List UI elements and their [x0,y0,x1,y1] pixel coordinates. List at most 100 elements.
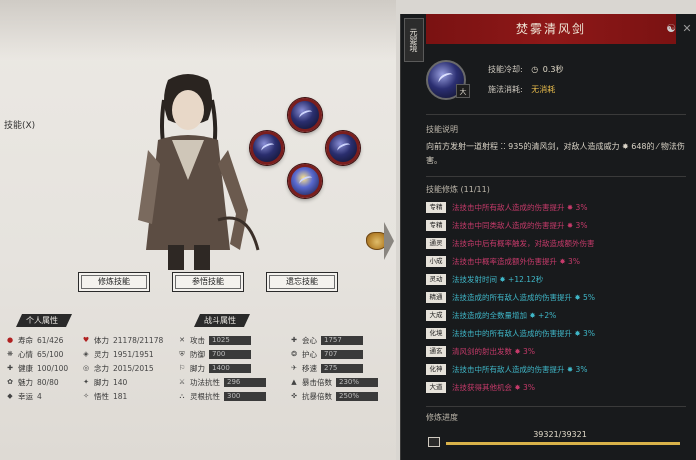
attr-value: 4 [37,391,42,401]
divider [426,114,686,115]
cultivation-tag: 通玄 [426,345,446,357]
cultivation-heading: 技能修炼 (11/11) [426,185,490,194]
cultivation-row: 大道 法技获得其他机会 ✸ 3% [426,380,688,394]
heart-icon: ♥ [82,336,90,344]
attr-value: 65/100 [37,349,64,359]
attr-guard: ❂ 护心 707 [290,348,363,360]
attr-value: 1951/1951 [113,349,154,359]
cultivation-row: 通灵 法技命中后有概率触发，对敌造成额外伤害 [426,236,688,250]
character-portrait [138,74,260,270]
attr-technique-resist: ⚔ 功法抗性 296 [178,376,266,388]
close-icon[interactable]: ✕ [680,22,694,36]
attr-speed: ⚐ 脚力 1400 [178,362,251,374]
defense-icon: ⛨ [179,350,185,358]
divider [426,176,686,177]
skill-title: 焚雾清风剑 [426,14,676,44]
cultivation-row: 灵动 法技发射时间 ✸ +12.12秒 [426,272,688,286]
cultivation-tag: 化境 [426,327,446,339]
attr-value: 1400 [209,363,251,373]
attr-value: 250% [336,391,378,401]
attr-value: 140 [113,377,128,387]
divider [426,406,686,407]
forget-skill-button[interactable]: 遗忘技能 [266,272,338,292]
attr-label: 护心 [302,349,317,359]
attr-value: 100/100 [37,363,69,373]
guard-icon: ❂ [291,350,297,358]
attr-dodge: ✈ 移速 275 [290,362,363,374]
attr-value: 296 [224,377,266,387]
mind-icon: ◎ [82,364,90,372]
root-icon: ⛬ [179,392,185,400]
attr-value: 275 [321,363,363,373]
skill-label[interactable]: 技能(X) [4,118,35,131]
realm-tab[interactable]: 元婴境 [404,18,424,62]
skill-slot-1[interactable] [288,98,322,132]
cultivation-tag: 通灵 [426,237,446,249]
technique-icon: ⚔ [178,378,186,386]
attr-value: 61/426 [37,335,64,345]
life-icon: ● [6,336,14,344]
cultivation-tag: 灵动 [426,273,446,285]
attr-label: 攻击 [190,335,205,345]
cultivation-text: 法技击中概率造成额外伤害提升 ✸ 3% [452,256,580,266]
attr-life: ● 寿命 61/426 [6,334,63,346]
luck-icon: ◆ [7,392,13,400]
attr-value: 2015/2015 [113,363,154,373]
cultivation-row: 化境 法技击中的所有敌人造成的伤害提升 ✸ 3% [426,326,688,340]
skill-slot-4[interactable] [288,164,322,198]
attr-value: 80/80 [37,377,59,387]
attr-value: 1025 [209,335,251,345]
attr-label: 移速 [302,363,317,373]
cultivate-skill-button[interactable]: 修炼技能 [78,272,150,292]
cost-label: 施法消耗: [488,85,523,94]
grade-badge: 大 [456,84,470,98]
skill-slot-3[interactable] [326,131,360,165]
attr-label: 防御 [190,349,205,359]
description-heading: 技能说明 [426,125,458,134]
skill-description: 向前方发射一道射程 ⁚⁚ 935的清风剑，对敌人造成威力 ✸ 648的 ⁄ 物法… [426,142,685,165]
attr-crit: ✚ 会心 1757 [290,334,363,346]
cultivation-row: 大成 法技造成的全数量增加 ✸ +2% [426,308,688,322]
comprehend-skill-button[interactable]: 参悟技能 [172,272,244,292]
attr-mood: ❋ 心情 65/100 [6,348,63,360]
attr-health: ✚ 健康 100/100 [6,362,68,374]
skill-slot-2[interactable] [250,131,284,165]
cultivation-text: 法技获得其他机会 ✸ 3% [452,382,535,392]
attr-value: 1757 [321,335,363,345]
health-icon: ✚ [7,364,13,372]
cultivation-text: 法技命中后有概率触发，对敌造成额外伤害 [452,238,595,248]
cultivation-row: 专精 法技击中同类敌人造成的伤害提升 ✸ 3% [426,218,688,232]
cooldown-line: 技能冷却: ◷ 0.3秒 [488,64,564,75]
cultivation-row: 化神 法技击中所有敌人造成的伤害提升 ✸ 3% [426,362,688,376]
book-icon [428,437,440,447]
attr-root-resist: ⛬ 灵根抗性 300 [178,390,266,402]
attr-value: 700 [209,349,251,359]
attr-value: 21178/21178 [113,335,164,345]
foot-icon: ✦ [83,378,89,386]
cultivation-text: 法技击中的所有敌人造成的伤害提升 ✸ 3% [452,328,595,338]
cultivation-text: 法技发射时间 ✸ +12.12秒 [452,274,544,284]
cultivation-tag: 大道 [426,381,446,393]
cultivation-tag: 精通 [426,291,446,303]
progress-value: 39321/39321 [533,430,587,439]
cost-line: 施法消耗: 无消耗 [488,84,555,95]
attr-label: 念力 [94,363,109,373]
personal-attributes-header: 个人属性 [16,314,72,327]
seal-icon: ☯ [666,22,676,35]
wisdom-icon: ✧ [83,392,89,400]
mood-icon: ❋ [7,350,13,358]
attr-attack: ✕ 攻击 1025 [178,334,251,346]
attr-luck: ◆ 幸运 4 [6,390,42,402]
attr-label: 抗暴倍数 [302,391,332,401]
attr-label: 健康 [18,363,33,373]
cultivation-row: 精通 法技造成的所有敌人造成的伤害提升 ✸ 5% [426,290,688,304]
cooldown-label: 技能冷却: [488,65,523,74]
attr-label: 幸运 [18,391,33,401]
cultivation-tag: 专精 [426,201,446,213]
attr-foot: ✦ 脚力 140 [82,376,127,388]
attr-stamina: ♥ 体力 21178/21178 [82,334,163,346]
clock-icon: ◷ [531,65,539,74]
attr-value: 300 [224,391,266,401]
cultivation-text: 法技造成的所有敌人造成的伤害提升 ✸ 5% [452,292,595,302]
cultivation-text: 清风剑的射出发数 ✸ 3% [452,346,535,356]
